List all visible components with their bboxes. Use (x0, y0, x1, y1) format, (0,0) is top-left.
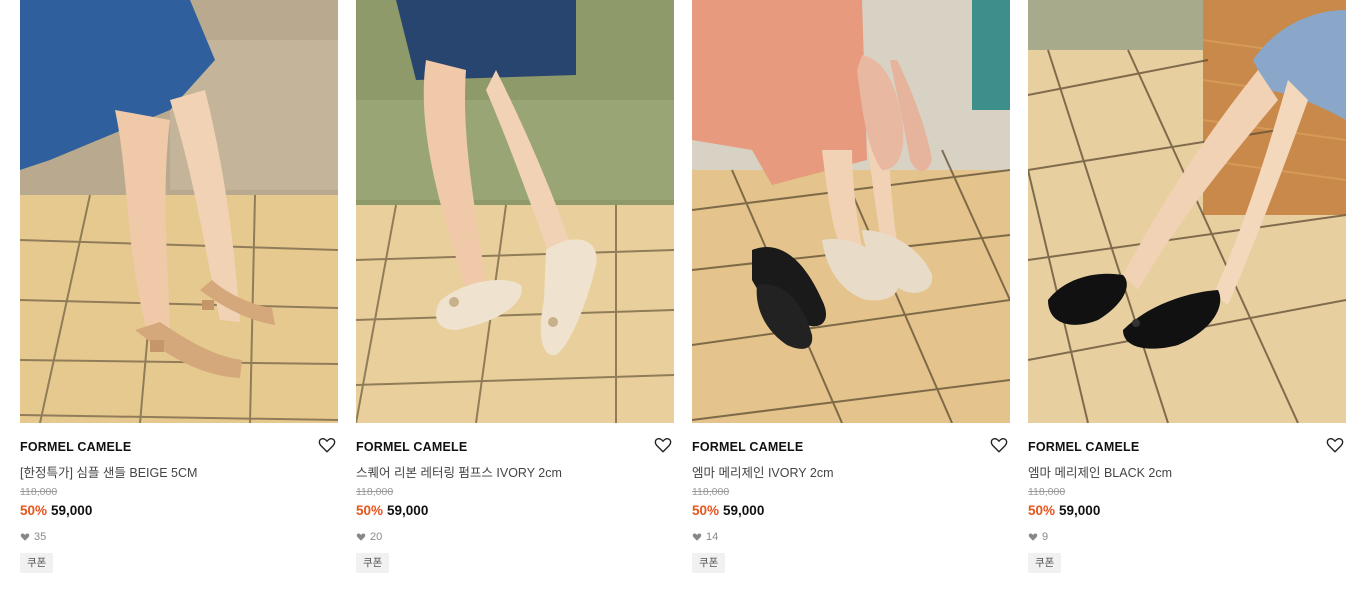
wishlist-heart-icon[interactable] (654, 436, 672, 454)
product-photo-maryjane-ivory (692, 0, 1010, 423)
product-photo-maryjane-black (1028, 0, 1346, 423)
price-row: 50% 59,000 (356, 503, 428, 518)
coupon-badge: 쿠폰 (692, 553, 726, 573)
sale-price: 59,000 (723, 503, 765, 518)
product-photo-sandal (20, 0, 338, 423)
product-name[interactable]: 엠마 메리제인 IVORY 2cm (692, 462, 833, 481)
heart-filled-icon (20, 533, 30, 541)
like-count-value: 14 (706, 531, 719, 543)
wishlist-heart-icon[interactable] (318, 436, 336, 454)
like-count-value: 9 (1042, 531, 1049, 543)
product-name[interactable]: 스퀘어 리본 레터링 펌프스 IVORY 2cm (356, 462, 562, 481)
like-count: 14 (692, 531, 718, 543)
like-count-value: 35 (34, 531, 47, 543)
brand-name[interactable]: FORMEL CAMELE (692, 440, 803, 454)
like-count: 20 (356, 531, 382, 543)
like-count-value: 20 (370, 531, 383, 543)
original-price: 118,000 (356, 486, 394, 498)
sale-price: 59,000 (1059, 503, 1101, 518)
heart-filled-icon (1028, 533, 1038, 541)
product-image[interactable] (692, 0, 1010, 423)
brand-name[interactable]: FORMEL CAMELE (1028, 440, 1139, 454)
wishlist-heart-icon[interactable] (990, 436, 1008, 454)
price-row: 50% 59,000 (692, 503, 764, 518)
product-card[interactable]: FORMEL CAMELE [한정특가] 심플 샌들 BEIGE 5CM 118… (20, 0, 338, 591)
product-name[interactable]: [한정특가] 심플 샌들 BEIGE 5CM (20, 462, 197, 481)
wishlist-heart-icon[interactable] (1326, 436, 1344, 454)
product-info: FORMEL CAMELE 엠마 메리제인 BLACK 2cm 118,000 … (1028, 423, 1346, 591)
product-image[interactable] (1028, 0, 1346, 423)
price-row: 50% 59,000 (20, 503, 92, 518)
sale-price: 59,000 (387, 503, 429, 518)
product-name[interactable]: 엠마 메리제인 BLACK 2cm (1028, 462, 1172, 481)
product-info: FORMEL CAMELE [한정특가] 심플 샌들 BEIGE 5CM 118… (20, 423, 338, 591)
discount-rate: 50% (692, 503, 720, 518)
sale-price: 59,000 (51, 503, 93, 518)
discount-rate: 50% (1028, 503, 1056, 518)
product-image[interactable] (20, 0, 338, 423)
original-price: 118,000 (20, 486, 58, 498)
product-info: FORMEL CAMELE 스퀘어 리본 레터링 펌프스 IVORY 2cm 1… (356, 423, 674, 591)
like-count: 9 (1028, 531, 1048, 543)
price-row: 50% 59,000 (1028, 503, 1100, 518)
product-grid: FORMEL CAMELE [한정특가] 심플 샌들 BEIGE 5CM 118… (20, 0, 1346, 591)
heart-filled-icon (356, 533, 366, 541)
product-card[interactable]: FORMEL CAMELE 엠마 메리제인 IVORY 2cm 118,000 … (692, 0, 1010, 591)
heart-filled-icon (692, 533, 702, 541)
coupon-badge: 쿠폰 (20, 553, 54, 573)
product-card[interactable]: FORMEL CAMELE 엠마 메리제인 BLACK 2cm 118,000 … (1028, 0, 1346, 591)
original-price: 118,000 (692, 486, 730, 498)
discount-rate: 50% (356, 503, 384, 518)
brand-name[interactable]: FORMEL CAMELE (356, 440, 467, 454)
original-price: 118,000 (1028, 486, 1066, 498)
product-card[interactable]: FORMEL CAMELE 스퀘어 리본 레터링 펌프스 IVORY 2cm 1… (356, 0, 674, 591)
discount-rate: 50% (20, 503, 48, 518)
like-count: 35 (20, 531, 46, 543)
product-image[interactable] (356, 0, 674, 423)
product-info: FORMEL CAMELE 엠마 메리제인 IVORY 2cm 118,000 … (692, 423, 1010, 591)
brand-name[interactable]: FORMEL CAMELE (20, 440, 131, 454)
coupon-badge: 쿠폰 (356, 553, 390, 573)
product-photo-pumps (356, 0, 674, 423)
coupon-badge: 쿠폰 (1028, 553, 1062, 573)
